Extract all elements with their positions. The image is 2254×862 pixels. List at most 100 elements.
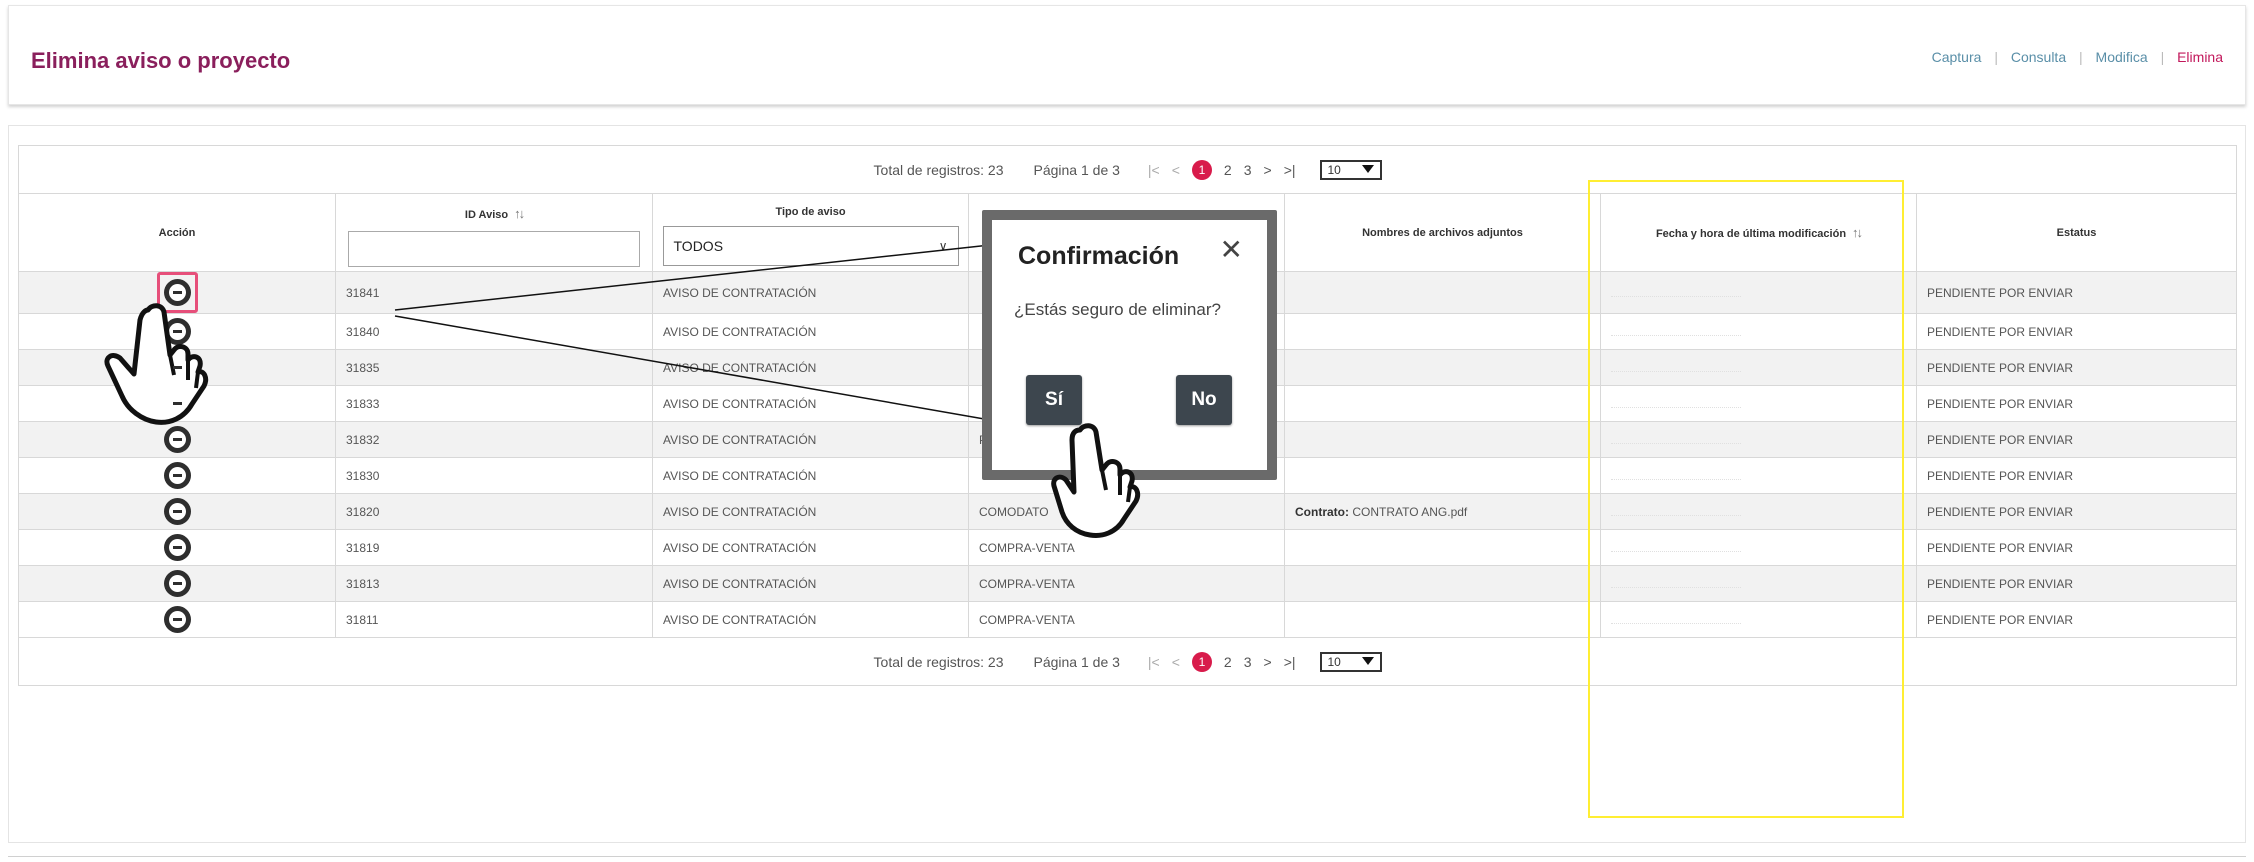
- table-row: 31819 AVISO DE CONTRATACIÓN COMPRA-VENTA PE…: [18, 529, 2238, 566]
- col-label-id: ID Aviso: [464, 209, 509, 221]
- delete-icon[interactable]: [163, 426, 191, 453]
- redacted-date: [1611, 405, 1741, 408]
- nav-separator: |: [2079, 49, 2083, 65]
- id-cell: 31830: [335, 457, 653, 494]
- action-cell: [18, 421, 336, 458]
- action-cell: [18, 493, 336, 530]
- delete-icon[interactable]: [163, 462, 191, 489]
- col-header-estatus: Estatus: [1915, 193, 2238, 272]
- page-1-button[interactable]: 1: [1191, 651, 1212, 672]
- redacted-date: [1611, 477, 1741, 480]
- delete-icon[interactable]: [163, 570, 191, 597]
- action-cell: [18, 457, 336, 494]
- tipo-cell: AVISO DE CONTRATACIÓN: [652, 271, 969, 314]
- delete-icon[interactable]: [163, 498, 191, 525]
- date-cell: [1600, 421, 1917, 458]
- nav-modifica[interactable]: Modifica: [2096, 49, 2148, 65]
- tipo-cell: AVISO DE CONTRATACIÓN: [652, 313, 969, 350]
- redacted-date: [1611, 585, 1741, 588]
- nav-separator: |: [2160, 49, 2165, 65]
- nav-consulta[interactable]: Consulta: [2011, 49, 2066, 65]
- detail-cell: COMPRA-VENTA: [968, 529, 1285, 566]
- col-header-fecha: Fecha y hora de última modificación ↑↓: [1600, 193, 1917, 272]
- prev-page-icon[interactable]: <: [1172, 162, 1180, 178]
- status-cell: PENDIENTE POR ENVIAR: [1915, 601, 2238, 638]
- dialog-message: ¿Estás seguro de eliminar?: [1014, 300, 1221, 319]
- page-size-select[interactable]: 10: [1319, 651, 1382, 672]
- delete-icon[interactable]: [163, 390, 191, 417]
- id-cell: 31811: [335, 601, 653, 638]
- prev-page-icon[interactable]: <: [1172, 654, 1180, 670]
- page-3-button[interactable]: 3: [1244, 654, 1252, 670]
- table-row: 31820 AVISO DE CONTRATACIÓN COMODATO Contra…: [18, 493, 2238, 530]
- page-2-button[interactable]: 2: [1224, 654, 1232, 670]
- attachments-cell: Contrato: CONTRATO ANG.pdf: [1284, 493, 1601, 530]
- attachments-cell: [1284, 271, 1601, 314]
- first-page-icon[interactable]: |<: [1148, 654, 1160, 670]
- close-icon[interactable]: ✕: [1220, 236, 1243, 264]
- date-cell: [1600, 601, 1917, 638]
- id-cell: 31841: [335, 271, 653, 314]
- date-cell: [1600, 313, 1917, 350]
- tipo-cell: AVISO DE CONTRATACIÓN: [652, 457, 969, 494]
- delete-icon[interactable]: [163, 534, 191, 561]
- attachment-label: Contrato:: [1295, 504, 1349, 519]
- id-cell: 31813: [335, 565, 653, 602]
- page-2-button[interactable]: 2: [1224, 162, 1232, 178]
- last-page-icon[interactable]: >|: [1284, 162, 1296, 178]
- status-cell: PENDIENTE POR ENVIAR: [1915, 421, 2238, 458]
- page-size-select[interactable]: 10: [1319, 159, 1382, 180]
- page-3-button[interactable]: 3: [1244, 162, 1252, 178]
- attachment-filename[interactable]: CONTRATO ANG.pdf: [1349, 505, 1467, 519]
- pager-top: Total de registros: 23 Página 1 de 3 |< …: [17, 145, 2238, 194]
- action-cell: [18, 271, 336, 314]
- chevron-down-icon: ∨: [938, 239, 948, 253]
- id-cell: 31819: [335, 529, 653, 566]
- status-cell: PENDIENTE POR ENVIAR: [1915, 529, 2238, 566]
- action-cell: [18, 313, 336, 350]
- delete-icon[interactable]: [163, 606, 191, 633]
- first-page-icon[interactable]: |<: [1148, 162, 1160, 178]
- tipo-cell: AVISO DE CONTRATACIÓN: [652, 601, 969, 638]
- col-label-tipo: Tipo de aviso: [775, 206, 846, 218]
- total-records: Total de registros: 23: [873, 161, 1004, 178]
- last-page-icon[interactable]: >|: [1284, 654, 1296, 670]
- redacted-date: [1611, 441, 1741, 444]
- status-cell: PENDIENTE POR ENVIAR: [1915, 493, 2238, 530]
- next-page-icon[interactable]: >: [1264, 162, 1272, 178]
- delete-icon[interactable]: [163, 279, 191, 306]
- sort-icon[interactable]: ↑↓: [514, 206, 525, 221]
- page-info: Página 1 de 3: [1033, 161, 1120, 178]
- attachments-cell: [1284, 349, 1601, 386]
- nav-captura[interactable]: Captura: [1932, 49, 1982, 65]
- col-header-archivos: Nombres de archivos adjuntos: [1284, 193, 1601, 272]
- delete-button-highlight[interactable]: [156, 272, 198, 313]
- header-card: Elimina aviso o proyecto Captura | Consu…: [8, 5, 2246, 105]
- detail-cell: COMPRA-VENTA: [968, 565, 1285, 602]
- redacted-date: [1611, 369, 1741, 372]
- id-cell: 31820: [335, 493, 653, 530]
- date-cell: [1600, 457, 1917, 494]
- next-page-icon[interactable]: >: [1264, 654, 1272, 670]
- confirm-yes-button[interactable]: Sí: [1026, 375, 1082, 425]
- page-1-button[interactable]: 1: [1191, 159, 1212, 180]
- dialog-title: Confirmación: [1018, 242, 1180, 270]
- top-nav: Captura | Consulta | Modifica | Elimina: [1932, 49, 2223, 65]
- redacted-date: [1611, 549, 1741, 552]
- attachments-cell: [1284, 565, 1601, 602]
- confirm-dialog: Confirmación ✕ ¿Estás seguro de eliminar…: [992, 220, 1267, 470]
- bottom-divider: [8, 856, 2246, 857]
- attachments-cell: [1284, 529, 1601, 566]
- tipo-filter-select[interactable]: TODOS ∨: [662, 226, 959, 266]
- attachments-cell: [1284, 385, 1601, 422]
- action-cell: [18, 601, 336, 638]
- confirm-no-button[interactable]: No: [1176, 375, 1232, 425]
- delete-icon[interactable]: [163, 354, 191, 381]
- id-cell: 31840: [335, 313, 653, 350]
- action-cell: [18, 385, 336, 422]
- delete-icon[interactable]: [163, 318, 191, 345]
- attachments-cell: [1284, 313, 1601, 350]
- nav-elimina[interactable]: Elimina: [2177, 49, 2223, 65]
- sort-icon[interactable]: ↑↓: [1852, 225, 1863, 240]
- id-filter-input[interactable]: [348, 231, 640, 267]
